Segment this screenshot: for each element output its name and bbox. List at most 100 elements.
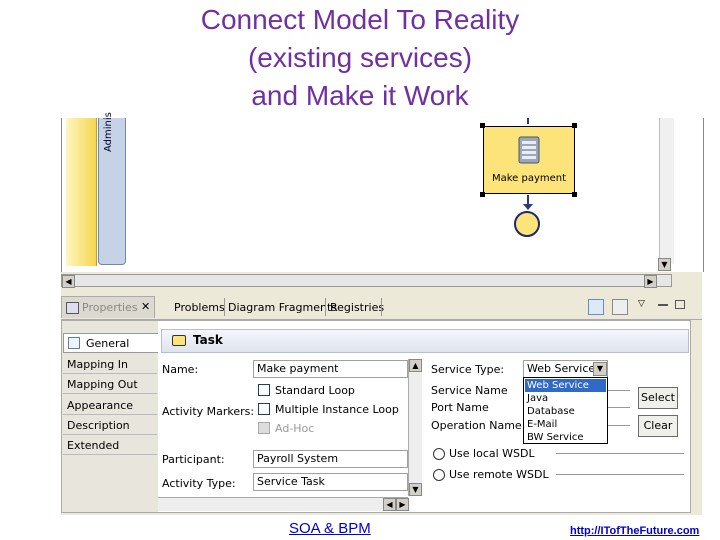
multiple-instance-loop-checkbox[interactable] [258, 403, 270, 415]
tab-divider [381, 298, 382, 316]
form-vertical-scrollbar[interactable]: ▲ ▼ [408, 359, 422, 496]
tab-divider [224, 298, 225, 316]
minimize-icon[interactable] [658, 304, 668, 306]
scroll-down-button[interactable]: ▼ [658, 258, 671, 271]
dropdown-option-java[interactable]: Java [527, 392, 548, 405]
service-type-dropdown-list[interactable]: Web Service Java Database E-Mail BW Serv… [523, 377, 608, 444]
activity-type-label: Activity Type: [162, 477, 236, 490]
name-label: Name: [162, 363, 199, 376]
dropdown-option-bw-service[interactable]: BW Service [527, 431, 584, 444]
selection-handle[interactable] [572, 123, 577, 128]
horizontal-scrollbar[interactable]: ◀ ▶ [61, 274, 672, 288]
name-field[interactable]: Make payment [253, 360, 408, 378]
tab-divider [325, 298, 326, 316]
dropdown-option-database[interactable]: Database [527, 405, 575, 418]
tab-registries[interactable]: Registries [330, 301, 384, 314]
filter-icon[interactable] [612, 299, 628, 315]
standard-loop-label: Standard Loop [275, 384, 355, 397]
form-scroll-down-button[interactable]: ▼ [409, 483, 422, 496]
selection-handle[interactable] [572, 192, 577, 197]
section-header: Task [161, 329, 689, 353]
arrow-head-icon [523, 204, 533, 210]
remote-wsdl-field[interactable] [556, 474, 684, 475]
chevron-down-icon[interactable]: ▼ [593, 362, 607, 376]
side-tab-divider [63, 434, 157, 435]
port-name-label: Port Name [431, 401, 489, 414]
form-scroll-up-button[interactable]: ▲ [409, 359, 422, 372]
diagram-canvas: Adminis Make payment [61, 112, 704, 272]
lane-label: Adminis [103, 112, 114, 152]
local-wsdl-field[interactable] [556, 453, 684, 454]
show-categories-icon[interactable] [588, 299, 604, 315]
properties-body: General Mapping In Mapping Out Appearanc… [61, 320, 691, 513]
pool-strip [66, 118, 97, 266]
use-local-wsdl-label: Use local WSDL [449, 447, 535, 460]
scroll-right-button[interactable]: ▶ [644, 275, 657, 288]
tab-properties[interactable]: Properties ✕ [61, 296, 155, 318]
form-scroll-left-button[interactable]: ◀ [383, 498, 396, 511]
use-remote-wsdl-radio[interactable] [433, 469, 445, 481]
side-tab-divider [63, 373, 157, 374]
task-make-payment[interactable]: Make payment [483, 126, 575, 194]
side-tab-description[interactable]: Description [67, 419, 130, 432]
tab-properties-label: Properties [82, 301, 138, 314]
ad-hoc-checkbox [258, 422, 270, 434]
side-tab-list: General Mapping In Mapping Out Appearanc… [62, 321, 158, 512]
properties-icon [66, 302, 79, 314]
flow-arrow-in [527, 118, 529, 124]
slide-title-line-3: and Make it Work [251, 80, 469, 111]
side-tab-mapping-out[interactable]: Mapping Out [67, 378, 138, 391]
slide-title-line-2: (existing services) [247, 42, 473, 73]
multiple-instance-loop-label: Multiple Instance Loop [275, 403, 399, 416]
operation-name-field[interactable] [608, 425, 630, 426]
activity-markers-label: Activity Markers: [162, 405, 255, 418]
use-local-wsdl-radio[interactable] [433, 448, 445, 460]
service-name-field[interactable] [608, 390, 630, 391]
tab-diagram-fragments[interactable]: Diagram Fragments [228, 301, 337, 314]
side-tab-mapping-in[interactable]: Mapping In [67, 358, 128, 371]
selection-handle[interactable] [480, 123, 485, 128]
view-menu-icon[interactable]: ▽ [638, 299, 645, 309]
side-tab-extended[interactable]: Extended [67, 439, 119, 452]
app-screenshot: Adminis Make payment ◀ ▶ ▼ Properties ✕ … [61, 112, 704, 515]
view-tab-bar: Properties ✕ Problems Diagram Fragments … [61, 295, 702, 320]
side-tab-divider [63, 414, 157, 415]
form-scroll-right-button[interactable]: ▶ [396, 498, 409, 511]
dropdown-option-web-service[interactable]: Web Service [525, 379, 606, 392]
clear-button[interactable]: Clear [638, 415, 678, 437]
selection-handle[interactable] [480, 192, 485, 197]
service-type-select[interactable]: Web Service ▼ [523, 360, 608, 378]
lane-header: Adminis [98, 112, 126, 265]
activity-type-field[interactable]: Service Task [253, 473, 408, 491]
standard-loop-checkbox[interactable] [258, 384, 270, 396]
general-icon [68, 337, 80, 349]
side-tab-appearance[interactable]: Appearance [67, 399, 133, 412]
maximize-icon[interactable] [675, 300, 685, 309]
section-title: Task [193, 333, 223, 347]
footer-right-link[interactable]: http://ITofTheFuture.com [570, 525, 699, 537]
vertical-scrollbar[interactable] [659, 118, 674, 264]
service-type-value: Web Service [527, 362, 596, 375]
participant-field[interactable]: Payroll System [253, 450, 408, 468]
operation-name-label: Operation Name [431, 419, 522, 432]
side-tab-divider [63, 454, 157, 455]
port-name-field[interactable] [608, 407, 630, 408]
footer-left-link[interactable]: SOA & BPM [289, 520, 371, 537]
tab-problems[interactable]: Problems [174, 301, 225, 314]
slide-title-line-1: Connect Model To Reality [200, 4, 520, 35]
side-tab-general-label: General [86, 337, 130, 350]
side-tab-general[interactable]: General [63, 333, 158, 353]
task-label: Make payment [491, 173, 567, 184]
task-icon [172, 335, 186, 346]
use-remote-wsdl-label: Use remote WSDL [449, 468, 549, 481]
side-tab-divider [63, 393, 157, 394]
scroll-left-button[interactable]: ◀ [62, 275, 75, 288]
end-event[interactable] [514, 211, 540, 237]
select-button[interactable]: Select [638, 387, 678, 409]
participant-label: Participant: [162, 453, 225, 466]
dropdown-option-email[interactable]: E-Mail [527, 418, 557, 431]
close-icon[interactable]: ✕ [141, 300, 150, 313]
service-name-label: Service Name [431, 384, 508, 397]
server-icon [517, 135, 541, 165]
form-horizontal-scrollbar[interactable]: ◀ ▶ [158, 497, 409, 511]
